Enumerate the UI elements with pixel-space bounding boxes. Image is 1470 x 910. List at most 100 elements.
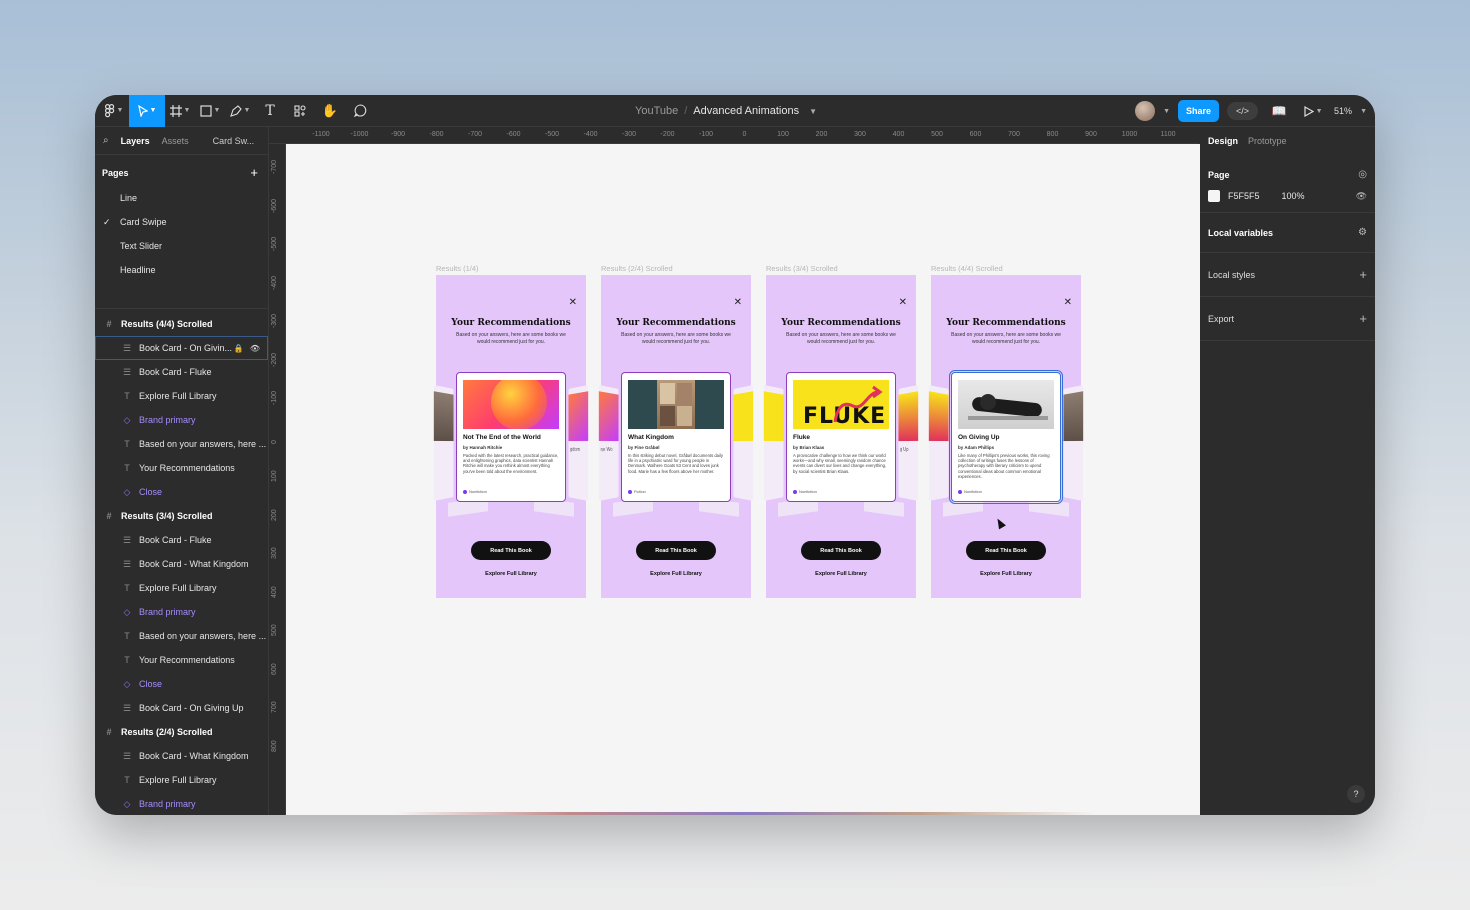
frame-label[interactable]: Results (1/4) [436, 264, 479, 273]
layer-row[interactable]: ◇ Brand primary [95, 408, 268, 432]
book-card[interactable]: FLUKE Fluke by Brian Klaas A provocative ch… [786, 372, 896, 502]
avatar[interactable] [1135, 101, 1156, 121]
read-this-book-button[interactable]: Read This Book [966, 541, 1046, 560]
zoom-level[interactable]: 51% [1334, 106, 1352, 116]
layer-row[interactable]: # Results (4/4) Scrolled [95, 312, 268, 336]
read-this-book-button[interactable]: Read This Book [636, 541, 716, 560]
eye-icon[interactable]: 👁 [1356, 191, 1367, 202]
close-icon[interactable]: ✕ [899, 297, 907, 308]
tab-layers[interactable]: Layers [121, 136, 150, 146]
local-variables-label[interactable]: Local variables [1208, 228, 1273, 238]
rectangle-tool-button[interactable]: ▼ [195, 95, 225, 127]
book-card[interactable]: On Giving Up by Adam Phillips Like many of… [949, 370, 1063, 504]
move-tool-button[interactable]: ▼ [129, 95, 165, 127]
ruler-tick-label: -600 [271, 198, 278, 213]
export-label: Export [1208, 313, 1235, 324]
frame-tool-button[interactable]: ▼ [165, 95, 195, 127]
layer-row[interactable]: # Results (3/4) Scrolled [95, 504, 268, 528]
layer-row[interactable]: ◇ Close [95, 480, 268, 504]
ruler-tick-label: 100 [271, 470, 278, 482]
close-icon[interactable]: ✕ [734, 297, 742, 308]
close-icon[interactable]: ✕ [1064, 297, 1072, 308]
results-frame[interactable]: g Up ✕ Your Recommendations Based on your a… [763, 275, 919, 598]
canvas[interactable]: Results (1/4) gdom ✕ Your Recommendations Ba… [286, 144, 1200, 815]
page-color-hex[interactable]: F5F5F5 [1228, 191, 1260, 201]
explore-full-library-link[interactable]: Explore Full Library [436, 571, 586, 577]
resources-button[interactable] [285, 95, 315, 127]
tab-design[interactable]: Design [1208, 136, 1238, 146]
local-variables-section[interactable]: Local variables ⚙ [1200, 213, 1375, 253]
results-frame[interactable]: ✕ Your Recommendations Based on your answe… [928, 275, 1084, 598]
frame-label[interactable]: Results (3/4) Scrolled [766, 264, 838, 273]
frame-tool-icon [169, 104, 182, 117]
explore-full-library-link[interactable]: Explore Full Library [766, 571, 916, 577]
page-item[interactable]: Line [95, 186, 268, 210]
layer-row[interactable]: T Your Recommendations [95, 456, 268, 480]
layer-row[interactable]: ☰ Book Card - What Kingdom [95, 552, 268, 576]
tab-assets[interactable]: Assets [162, 136, 189, 146]
page-fill-row[interactable]: F5F5F5 100% 👁 [1208, 190, 1367, 202]
frame-label[interactable]: Results (2/4) Scrolled [601, 264, 673, 273]
eye-icon[interactable]: 👁 [250, 344, 260, 353]
export-section[interactable]: Export + [1200, 297, 1375, 341]
explore-full-library-link[interactable]: Explore Full Library [601, 571, 751, 577]
layer-row[interactable]: ☰ Book Card - What Kingdom [95, 744, 268, 768]
pen-tool-button[interactable]: ▼ [225, 95, 255, 127]
layer-row[interactable]: T Explore Full Library [95, 576, 268, 600]
layer-row[interactable]: T Based on your answers, here ... [95, 624, 268, 648]
page-opacity[interactable]: 100% [1282, 191, 1305, 201]
align-icon: ☰ [122, 750, 132, 761]
layer-row[interactable]: ◇ Brand primary [95, 792, 268, 815]
visibility-settings-icon[interactable]: ◎ [1358, 169, 1367, 180]
local-styles-section[interactable]: Local styles + [1200, 253, 1375, 297]
sliders-icon[interactable]: ⚙ [1358, 227, 1367, 238]
layer-row[interactable]: ☰ Book Card - Fluke [95, 360, 268, 384]
help-button[interactable]: ? [1347, 785, 1365, 803]
results-frame[interactable]: gdom ✕ Your Recommendations Based on your a… [433, 275, 589, 598]
layer-row[interactable]: # Results (2/4) Scrolled [95, 720, 268, 744]
color-swatch[interactable] [1208, 190, 1220, 202]
present-button[interactable]: ▼ [1300, 95, 1326, 127]
layer-row[interactable]: ☰ Book Card - On Givin... 🔒 👁 [95, 336, 268, 360]
project-name[interactable]: YouTube [635, 105, 678, 117]
library-button[interactable]: 📖 [1266, 95, 1292, 127]
page-item[interactable]: ✓ Card Swipe [95, 210, 268, 234]
frame-label[interactable]: Results (4/4) Scrolled [931, 264, 1003, 273]
lock-icon[interactable]: 🔒 [234, 344, 244, 353]
layer-row[interactable]: ☰ Book Card - Fluke [95, 528, 268, 552]
layer-row[interactable]: T Your Recommendations [95, 648, 268, 672]
read-this-book-button[interactable]: Read This Book [801, 541, 881, 560]
layer-row[interactable]: ◇ Close [95, 672, 268, 696]
side-card-text: ne Wo [600, 446, 613, 454]
layer-label: Results (4/4) Scrolled [121, 319, 213, 329]
file-name[interactable]: Advanced Animations [693, 105, 799, 117]
share-button[interactable]: Share [1178, 100, 1220, 122]
read-this-book-button[interactable]: Read This Book [471, 541, 551, 560]
align-icon: ☰ [122, 534, 132, 545]
hand-tool-button[interactable]: ✋ [315, 95, 345, 127]
dev-mode-toggle[interactable]: </> [1227, 102, 1259, 120]
ruler-tick-label: 500 [271, 624, 278, 636]
explore-full-library-link[interactable]: Explore Full Library [931, 571, 1081, 577]
search-icon[interactable]: ⌕ [103, 135, 109, 146]
results-frame[interactable]: ne Wo ✕ Your Recommendations Based on your … [598, 275, 754, 598]
layer-row[interactable]: T Explore Full Library [95, 384, 268, 408]
file-breadcrumb[interactable]: YouTube / Advanced Animations ▼ [635, 95, 817, 127]
page-item[interactable]: Text Slider [95, 234, 268, 258]
page-item[interactable]: Headline [95, 258, 268, 282]
comment-tool-button[interactable] [345, 95, 375, 127]
book-card[interactable]: Not The End of the World by Hannah Ritchi… [456, 372, 566, 502]
add-page-icon[interactable]: + [250, 165, 258, 180]
layer-row[interactable]: ☰ Book Card - On Giving Up [95, 696, 268, 720]
layer-row[interactable]: ◇ Brand primary [95, 600, 268, 624]
add-style-icon[interactable]: + [1359, 267, 1367, 282]
book-card[interactable]: What Kingdom by Fine Gråbøl In this striki… [621, 372, 731, 502]
text-tool-button[interactable]: T [255, 95, 285, 127]
layer-row[interactable]: T Explore Full Library [95, 768, 268, 792]
layer-row[interactable]: T Based on your answers, here ... [95, 432, 268, 456]
add-export-icon[interactable]: + [1359, 311, 1367, 326]
tab-prototype[interactable]: Prototype [1248, 136, 1287, 146]
current-page-selector[interactable]: Card Sw... [213, 136, 255, 146]
figma-menu-button[interactable]: ▼ [99, 95, 129, 127]
close-icon[interactable]: ✕ [569, 297, 577, 308]
